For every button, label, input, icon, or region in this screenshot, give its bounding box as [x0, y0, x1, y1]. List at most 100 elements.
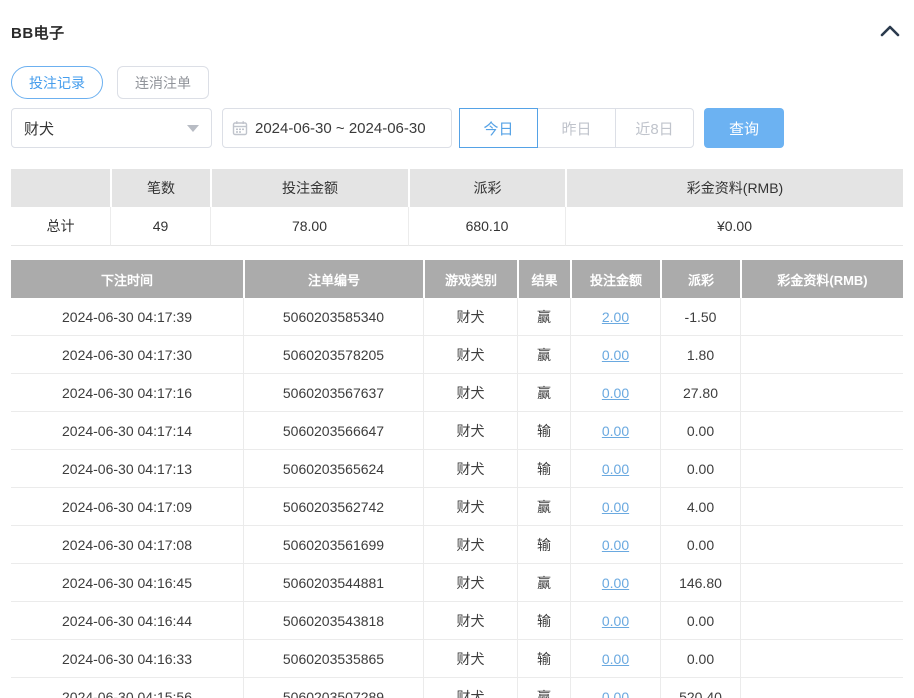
bet-amount-link[interactable]: 0.00 — [602, 689, 629, 698]
order-no-cell: 5060203561699 — [243, 526, 423, 564]
game-select[interactable]: 财犬 — [11, 108, 212, 148]
result-cell: 输 — [517, 412, 570, 450]
table-row: 2024-06-30 04:17:16 5060203567637 财犬 赢 0… — [11, 374, 903, 412]
bet-amount-link[interactable]: 0.00 — [602, 651, 629, 667]
records-header-cell: 注单编号 — [243, 260, 423, 298]
game-type-cell: 财犬 — [423, 488, 517, 526]
game-type-cell: 财犬 — [423, 602, 517, 640]
bet-amount-link[interactable]: 0.00 — [602, 385, 629, 401]
result-cell: 赢 — [517, 298, 570, 336]
records-body: 2024-06-30 04:17:39 5060203585340 财犬 赢 2… — [11, 298, 903, 698]
bet-amount-link[interactable]: 0.00 — [602, 613, 629, 629]
bet-time-cell: 2024-06-30 04:16:44 — [11, 602, 243, 640]
order-no-cell: 5060203544881 — [243, 564, 423, 602]
game-type-cell: 财犬 — [423, 678, 517, 698]
result-cell: 赢 — [517, 374, 570, 412]
table-row: 2024-06-30 04:16:33 5060203535865 财犬 输 0… — [11, 640, 903, 678]
query-button[interactable]: 查询 — [704, 108, 784, 148]
bet-amount-link[interactable]: 0.00 — [602, 423, 629, 439]
calendar-icon — [232, 120, 248, 136]
game-type-cell: 财犬 — [423, 450, 517, 488]
date-range-input[interactable]: 2024-06-30 ~ 2024-06-30 — [222, 108, 452, 148]
table-row: 2024-06-30 04:16:45 5060203544881 财犬 赢 0… — [11, 564, 903, 602]
bet-amount-link[interactable]: 0.00 — [602, 537, 629, 553]
bet-time-cell: 2024-06-30 04:17:14 — [11, 412, 243, 450]
bet-amount-link[interactable]: 0.00 — [602, 575, 629, 591]
summary-header-cell: 笔数 — [110, 169, 210, 207]
bet-amount-cell: 0.00 — [570, 374, 660, 412]
tab-button[interactable]: 连消注单 — [117, 66, 209, 99]
bet-amount-cell: 0.00 — [570, 526, 660, 564]
bonus-cell — [740, 526, 903, 564]
table-row: 2024-06-30 04:17:08 5060203561699 财犬 输 0… — [11, 526, 903, 564]
records-header-cell: 结果 — [517, 260, 570, 298]
bet-amount-cell: 0.00 — [570, 640, 660, 678]
bonus-cell — [740, 678, 903, 698]
bet-amount-link[interactable]: 2.00 — [602, 309, 629, 325]
quick-range-button[interactable]: 近8日 — [615, 108, 694, 148]
summary-header-cell: 派彩 — [408, 169, 565, 207]
bonus-cell — [740, 298, 903, 336]
quick-range-button[interactable]: 昨日 — [537, 108, 616, 148]
bet-time-cell: 2024-06-30 04:16:33 — [11, 640, 243, 678]
result-cell: 赢 — [517, 678, 570, 698]
result-cell: 输 — [517, 526, 570, 564]
game-type-cell: 财犬 — [423, 336, 517, 374]
summary-bet-amount: 78.00 — [210, 207, 408, 246]
tab-button[interactable]: 投注记录 — [11, 66, 103, 99]
bet-amount-link[interactable]: 0.00 — [602, 347, 629, 363]
table-row: 2024-06-30 04:17:14 5060203566647 财犬 输 0… — [11, 412, 903, 450]
bet-amount-cell: 0.00 — [570, 678, 660, 698]
bonus-cell — [740, 640, 903, 678]
order-no-cell: 5060203567637 — [243, 374, 423, 412]
summary-payout: 680.10 — [408, 207, 565, 246]
summary-header-cell: 彩金资料(RMB) — [565, 169, 903, 207]
summary-table: 笔数 投注金额 派彩 彩金资料(RMB) 总计 49 78.00 680.10 ¥0.… — [11, 169, 903, 246]
game-type-cell: 财犬 — [423, 412, 517, 450]
bet-time-cell: 2024-06-30 04:17:39 — [11, 298, 243, 336]
chevron-down-icon — [187, 124, 199, 132]
order-no-cell: 5060203507289 — [243, 678, 423, 698]
game-type-cell: 财犬 — [423, 640, 517, 678]
result-cell: 输 — [517, 640, 570, 678]
order-no-cell: 5060203535865 — [243, 640, 423, 678]
summary-header-cell: 投注金额 — [210, 169, 408, 207]
collapse-button[interactable] — [877, 22, 903, 42]
game-type-cell: 财犬 — [423, 564, 517, 602]
date-range-value: 2024-06-30 ~ 2024-06-30 — [255, 119, 426, 137]
bet-time-cell: 2024-06-30 04:17:08 — [11, 526, 243, 564]
game-type-cell: 财犬 — [423, 374, 517, 412]
record-type-tabs: 投注记录 连消注单 — [11, 66, 903, 99]
bet-amount-cell: 0.00 — [570, 488, 660, 526]
payout-cell: 27.80 — [660, 374, 740, 412]
bet-time-cell: 2024-06-30 04:17:13 — [11, 450, 243, 488]
summary-count: 49 — [110, 207, 210, 246]
quick-range-button[interactable]: 今日 — [459, 108, 538, 148]
bet-amount-cell: 0.00 — [570, 602, 660, 640]
result-cell: 赢 — [517, 336, 570, 374]
table-row: 2024-06-30 04:17:09 5060203562742 财犬 赢 0… — [11, 488, 903, 526]
panel-header: BB电子 — [11, 22, 903, 42]
game-type-cell: 财犬 — [423, 298, 517, 336]
bet-amount-cell: 0.00 — [570, 450, 660, 488]
records-header-cell: 投注金额 — [570, 260, 660, 298]
bet-amount-cell: 2.00 — [570, 298, 660, 336]
bet-amount-link[interactable]: 0.00 — [602, 461, 629, 477]
payout-cell: 0.00 — [660, 602, 740, 640]
result-cell: 输 — [517, 450, 570, 488]
bonus-cell — [740, 412, 903, 450]
bet-time-cell: 2024-06-30 04:15:56 — [11, 678, 243, 698]
result-cell: 赢 — [517, 564, 570, 602]
summary-header-row: 笔数 投注金额 派彩 彩金资料(RMB) — [11, 169, 903, 207]
table-row: 2024-06-30 04:16:44 5060203543818 财犬 输 0… — [11, 602, 903, 640]
game-type-cell: 财犬 — [423, 526, 517, 564]
records-table: 下注时间 注单编号 游戏类别 结果 投注金额 派彩 彩金资料(RMB) 2024-06-30… — [11, 260, 903, 698]
payout-cell: 4.00 — [660, 488, 740, 526]
chevron-up-icon — [879, 24, 901, 41]
bonus-cell — [740, 450, 903, 488]
bet-time-cell: 2024-06-30 04:16:45 — [11, 564, 243, 602]
bet-amount-link[interactable]: 0.00 — [602, 499, 629, 515]
bonus-cell — [740, 602, 903, 640]
bonus-cell — [740, 336, 903, 374]
bonus-cell — [740, 374, 903, 412]
